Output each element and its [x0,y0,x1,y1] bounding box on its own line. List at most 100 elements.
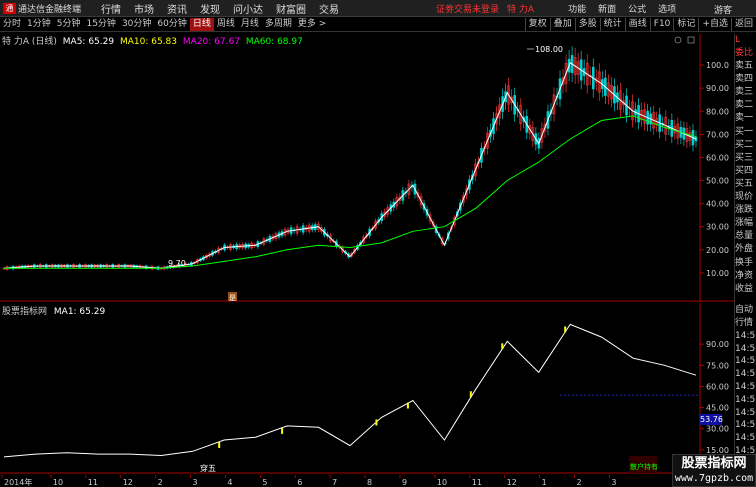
quote-side-panel: L 委比 卖五 卖四 卖三 卖二 卖一 买一 买二 买三 买四 买五 现价 涨跌 涨幅 总量 外盘 换手 净资 收益… [734,34,756,487]
period-1min[interactable]: 1分钟 [24,18,54,31]
tool-adjust-button[interactable]: 复权 [524,18,550,31]
period-intraday[interactable]: 分时 [0,18,24,31]
side-label: 买一 [735,126,754,137]
side-time-tick: 14:56 [735,356,756,367]
x-tick-label: 8 [367,478,372,487]
cross-marker: 穿五 [200,463,216,473]
ma-line-ma60 [4,115,697,269]
x-tick-label: 3 [611,478,616,487]
login-notice[interactable]: 证劵交易未登录 [436,2,499,15]
x-tick-label: 1 [542,478,547,487]
period-60min[interactable]: 60分钟 [154,18,189,31]
side-time-tick: 14:56 [735,369,756,380]
x-tick-label: 10 [437,478,447,487]
side-label: 总量 [735,231,754,242]
tool-multi-stock-button[interactable]: 多股 [574,18,600,31]
indicator-line-ma1 [3,323,697,458]
maximize-icon[interactable] [687,36,695,44]
tool-f10-button[interactable]: F10 [649,18,674,31]
menu-new-screen[interactable]: 新面 [598,2,616,15]
period-15min[interactable]: 15分钟 [83,18,118,31]
quote-label[interactable]: 行情 [735,317,756,330]
side-label: 买五 [735,178,754,189]
x-tick-label: 11 [88,478,98,487]
period-weekly[interactable]: 周线 [214,18,238,31]
side-label: 卖三 [735,87,754,98]
sub-y-axis: 90.0075.0060.0045.0030.0015.00 [700,340,729,455]
main-y-tick-label: 10.00 [706,269,729,278]
tool-draw-button[interactable]: 画线 [624,18,650,31]
menu-wealth-circle[interactable]: 财富圈 [276,1,306,16]
menu-bar: 通 通达信金融终端 行情 市场 资讯 发现 问小达 财富圈 交易 证劵交易未登录… [0,0,756,17]
main-y-tick-label: 50.00 [706,177,729,186]
side-label: 卖二 [735,100,754,111]
sub-y-tick-label: 90.00 [706,340,729,349]
main-y-tick-label: 80.00 [706,107,729,116]
side-time-tick: 14:56 [735,407,756,418]
side-time-tick: 14:56 [735,330,756,341]
current-stock-name: 特 力A [507,4,535,15]
side-label: 外盘 [735,244,754,255]
x-tick-label: 4 [227,478,232,487]
candlesticks [2,46,698,271]
watermark-url: www.7gpzb.com [674,473,754,484]
period-5min[interactable]: 5分钟 [54,18,84,31]
side-time-tick: 14:56 [735,420,756,431]
indicator-line [3,323,700,458]
side-label: 买三 [735,152,754,163]
main-y-tick-label: 70.00 [706,130,729,139]
moving-average-lines [3,62,697,269]
menu-options[interactable]: 选项 [658,2,676,15]
period-multi[interactable]: 多周期 [262,18,295,31]
menu-formula[interactable]: 公式 [628,2,646,15]
tool-stats-button[interactable]: 统计 [599,18,625,31]
menu-discover[interactable]: 发现 [200,1,220,16]
period-30min[interactable]: 30分钟 [119,18,154,31]
signal-bar [564,326,567,333]
side-label: 涨幅 [735,218,754,229]
low-price-label: 9.70 [168,259,186,268]
x-tick-label: 6 [297,478,302,487]
tool-overlay-button[interactable]: 叠加 [549,18,575,31]
kline-chart[interactable]: 100.0 90.00 80.00 70.00 60.00 50.00 40.00 30.00… [0,34,734,302]
side-label: 净资 [735,270,754,281]
signal-label: 散户持有 [630,462,658,471]
tool-add-watchlist-button[interactable]: +自选 [698,18,731,31]
event-marker[interactable]: 是 [229,294,236,302]
watermark-logo: 股票指标网 www.7gpzb.com [672,454,756,487]
side-time-tick: 14:56 [735,343,756,354]
user-label[interactable]: 游客 [714,3,732,16]
period-daily[interactable]: 日线 [189,18,214,31]
menu-ask[interactable]: 问小达 [233,1,263,16]
side-panel-header: L [735,35,741,45]
side-time-tick: 14:56 [735,381,756,392]
indicator-chart[interactable]: 90.0075.0060.0045.0030.0015.00 穿五 散户持有 [0,303,734,475]
menu-functions[interactable]: 功能 [568,2,586,15]
x-tick-label: 3 [193,478,198,487]
main-y-tick-label: 20.00 [706,246,729,255]
period-toolbar: 分时 1分钟 5分钟 15分钟 30分钟 60分钟 日线 周线 月线 多周期 更… [0,18,756,32]
x-tick-label: 10 [53,478,63,487]
menu-market-quotes[interactable]: 行情 [101,1,121,16]
menu-market[interactable]: 市场 [134,1,154,16]
settings-icon[interactable] [674,36,682,44]
side-label: 委比 [735,48,754,58]
side-time-tick: 14:56 [735,433,756,444]
main-y-tick-label: 90.00 [706,84,729,93]
menu-trade[interactable]: 交易 [319,1,339,16]
ma-line-ma5 [3,62,697,269]
tool-back-button[interactable]: 返回 [730,18,756,31]
x-tick-label: 2 [158,478,163,487]
side-label: 换手 [735,257,754,268]
main-y-axis: 100.0 90.00 80.00 70.00 60.00 50.00 40.00 30.00… [700,61,729,278]
tool-mark-button[interactable]: 标记 [673,18,698,31]
side-label: 卖四 [735,74,754,85]
period-more[interactable]: 更多 > [295,18,329,31]
watermark-title: 股票指标网 [681,456,747,471]
menu-news[interactable]: 资讯 [167,1,187,16]
signal-bar [281,427,284,434]
x-tick-label: 9 [402,478,407,487]
period-monthly[interactable]: 月线 [238,18,262,31]
x-tick-label: 7 [332,478,337,487]
auto-label[interactable]: 自动 [735,304,756,317]
